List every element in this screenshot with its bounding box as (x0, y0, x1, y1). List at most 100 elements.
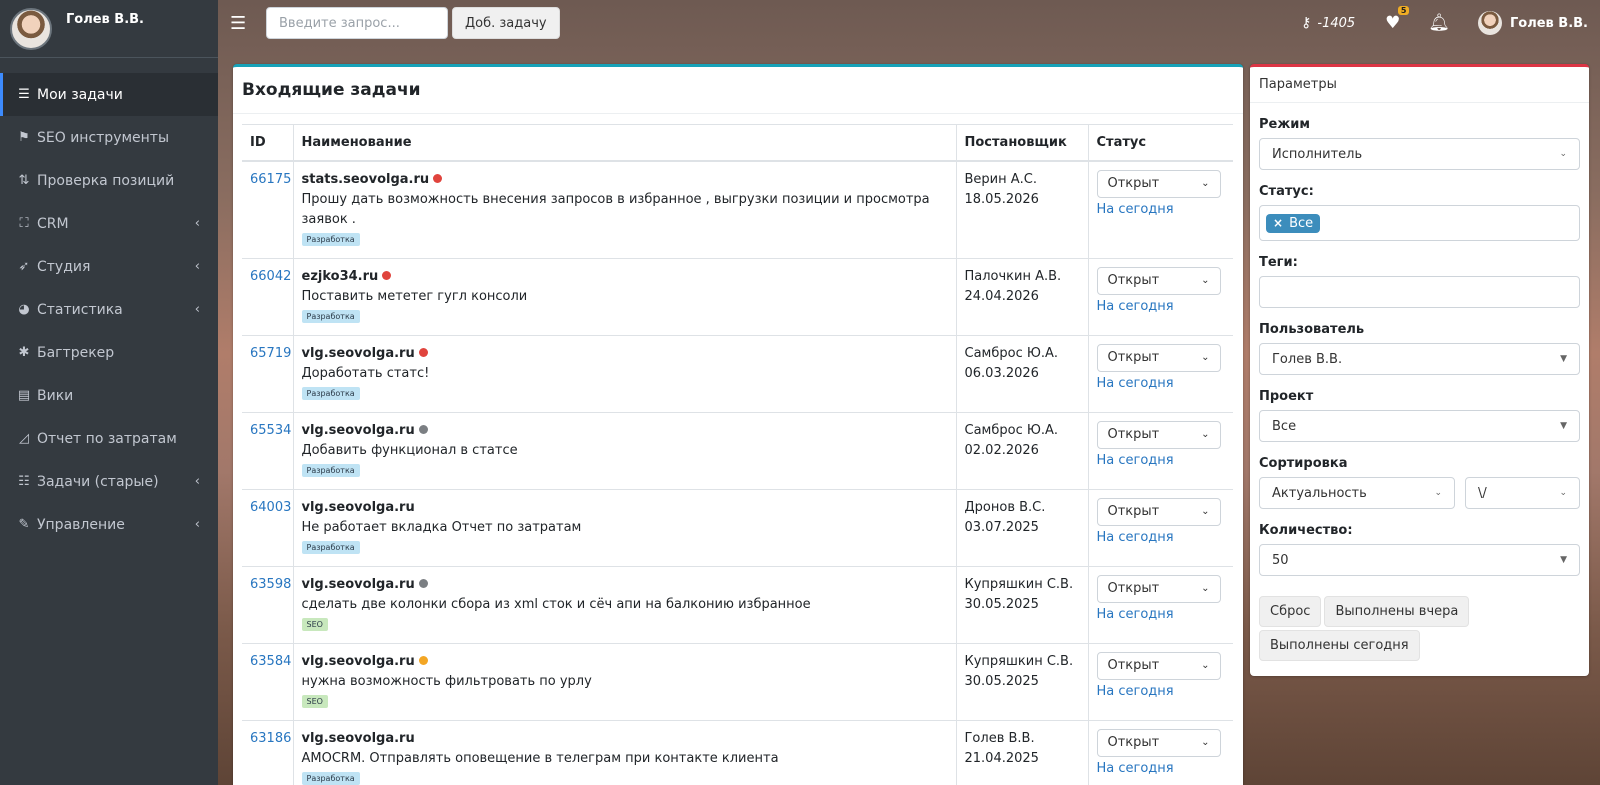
sidebar-item-label: Задачи (старые) (37, 473, 159, 490)
task-text[interactable]: Добавить функционал в статсе (302, 441, 948, 461)
status-select[interactable]: Открыт ⌄ (1096, 169, 1221, 198)
today-link[interactable]: На сегодня (1097, 759, 1226, 779)
status-select[interactable]: Открыт ⌄ (1096, 651, 1221, 680)
sort-select[interactable]: Актуальность ⌄ (1259, 477, 1455, 509)
sidebar-item[interactable]: ◕ Статистика ‹ (0, 288, 218, 331)
status-select[interactable]: Открыт ⌄ (1096, 497, 1221, 526)
mode-value: Исполнитель (1272, 146, 1363, 162)
bell-icon[interactable]: 🔔︎ (1428, 13, 1450, 33)
table-row: 64003 vlg.seovolga.ru Не работает вкладка … (242, 489, 1233, 567)
task-text[interactable]: сделать две колонки сбора из xml сток и … (302, 595, 948, 615)
sidebar-item[interactable]: ➶ Студия ‹ (0, 245, 218, 288)
heartbeat-icon[interactable]: ♥ 5 (1385, 6, 1410, 33)
status-select[interactable]: Открыт ⌄ (1096, 266, 1221, 295)
sidebar-item-label: Управление (37, 516, 125, 533)
task-text[interactable]: Прошу дать возможность внесения запросов… (302, 190, 948, 230)
menu-toggle-icon[interactable]: ☰ (230, 13, 250, 34)
task-date: 02.02.2026 (964, 442, 1039, 458)
today-link[interactable]: На сегодня (1097, 682, 1226, 702)
today-link[interactable]: На сегодня (1097, 374, 1226, 394)
task-tag: Разработка (301, 463, 360, 477)
project-select[interactable]: Все ▼ (1259, 410, 1580, 442)
status-chip[interactable]: × Все (1266, 213, 1321, 233)
done-today-button[interactable]: Выполнены сегодня (1259, 630, 1420, 661)
task-id-link[interactable]: 66175 (250, 172, 291, 187)
reset-button[interactable]: Сброс (1259, 596, 1322, 627)
priority-dot-icon (433, 173, 443, 183)
task-author: Дронов В.С. (964, 499, 1046, 515)
task-id-link[interactable]: 63584 (250, 654, 291, 669)
task-domain: vlg.seovolga.ru (301, 345, 415, 361)
chevron-left-icon[interactable]: ‹ (195, 474, 200, 489)
column-name[interactable]: Наименование (292, 124, 956, 162)
cell-author: Самброс Ю.А. 02.02.2026 (955, 412, 1088, 490)
status-value: Открыт (1107, 580, 1160, 596)
cell-status: Открыт ⌄ На сегодня (1087, 489, 1233, 567)
table-row: 65534 vlg.seovolga.ru Добавить функционал … (242, 412, 1233, 490)
task-text[interactable]: Поставить мететег гугл консоли (302, 287, 948, 307)
task-text[interactable]: Доработать статс! (302, 364, 948, 384)
status-select[interactable]: Открыт ⌄ (1096, 728, 1221, 757)
sidebar-user-panel[interactable]: Голев В.В. (0, 0, 218, 58)
sidebar-item[interactable]: ⇅ Проверка позиций (0, 159, 218, 202)
sidebar-item[interactable]: ⚑ SEO инструменты (0, 116, 218, 159)
status-select[interactable]: Открыт ⌄ (1096, 420, 1221, 449)
task-id-link[interactable]: 66042 (250, 269, 291, 284)
mode-select[interactable]: Исполнитель ⌄ (1259, 138, 1580, 170)
sort-direction-select[interactable]: \/ ⌄ (1465, 477, 1580, 509)
cell-name: vlg.seovolga.ru сделать две колонки сбора… (292, 566, 956, 644)
sidebar-item-label: Отчет по затратам (37, 430, 177, 447)
task-id-link[interactable]: 63598 (250, 577, 291, 592)
column-author[interactable]: Постановщик (955, 124, 1088, 162)
sidebar-item[interactable]: ☰ Мои задачи (0, 73, 218, 116)
done-yesterday-button[interactable]: Выполнены вчера (1324, 596, 1470, 627)
task-id-link[interactable]: 65534 (250, 423, 291, 438)
status-select[interactable]: Открыт ⌄ (1096, 574, 1221, 603)
remove-chip-icon[interactable]: × (1273, 216, 1283, 230)
sidebar-item[interactable]: ✱ Багтрекер (0, 331, 218, 374)
cell-id: 66175 (242, 160, 293, 259)
task-domain: stats.seovolga.ru (301, 171, 430, 187)
sidebar-user-name[interactable]: Голев В.В. (66, 12, 144, 27)
top-avatar[interactable] (1478, 11, 1502, 35)
user-select[interactable]: Голев В.В. ▼ (1259, 343, 1580, 375)
status-multiselect[interactable]: × Все (1259, 205, 1580, 241)
balance[interactable]: ⚷ -1405 (1301, 15, 1355, 31)
add-task-button[interactable]: Доб. задачу (452, 7, 560, 39)
today-link[interactable]: На сегодня (1097, 605, 1226, 625)
cell-name: vlg.seovolga.ru AMOCRM. Отправлять оповещ… (292, 720, 956, 785)
chevron-left-icon[interactable]: ‹ (195, 259, 200, 274)
status-select[interactable]: Открыт ⌄ (1096, 343, 1221, 372)
sort-value: Актуальность (1272, 485, 1367, 501)
task-text[interactable]: Не работает вкладка Отчет по затратам (302, 518, 948, 538)
chevron-left-icon[interactable]: ‹ (195, 216, 200, 231)
avatar[interactable] (10, 8, 52, 50)
today-link[interactable]: На сегодня (1097, 297, 1226, 317)
column-status[interactable]: Статус (1087, 124, 1233, 162)
area-chart-icon: ◿ (19, 431, 29, 446)
status-value: Открыт (1107, 657, 1160, 673)
status-value: Открыт (1107, 503, 1160, 519)
task-id-link[interactable]: 63186 (250, 731, 291, 746)
today-link[interactable]: На сегодня (1097, 200, 1226, 220)
tags-input[interactable] (1259, 276, 1580, 308)
task-id-link[interactable]: 65719 (250, 346, 291, 361)
search-input[interactable] (266, 7, 448, 39)
sidebar-item[interactable]: ☷ Задачи (старые) ‹ (0, 460, 218, 503)
count-value: 50 (1272, 552, 1289, 568)
chevron-left-icon[interactable]: ‹ (195, 517, 200, 532)
column-id[interactable]: ID (242, 124, 293, 162)
task-author: Самброс Ю.А. (964, 345, 1059, 361)
sidebar-item[interactable]: ◿ Отчет по затратам (0, 417, 218, 460)
today-link[interactable]: На сегодня (1097, 528, 1226, 548)
task-text[interactable]: нужна возможность фильтровать по урлу (302, 672, 948, 692)
chevron-left-icon[interactable]: ‹ (195, 302, 200, 317)
task-id-link[interactable]: 64003 (250, 500, 291, 515)
sidebar-item[interactable]: ✎ Управление ‹ (0, 503, 218, 546)
today-link[interactable]: На сегодня (1097, 451, 1226, 471)
task-text[interactable]: AMOCRM. Отправлять оповещение в телеграм… (302, 749, 948, 769)
top-user-name[interactable]: Голев В.В. (1510, 16, 1588, 31)
sidebar-item[interactable]: ▤ Вики (0, 374, 218, 417)
sidebar-item[interactable]: ⛶ CRM ‹ (0, 202, 218, 245)
count-select[interactable]: 50 ▼ (1259, 544, 1580, 576)
